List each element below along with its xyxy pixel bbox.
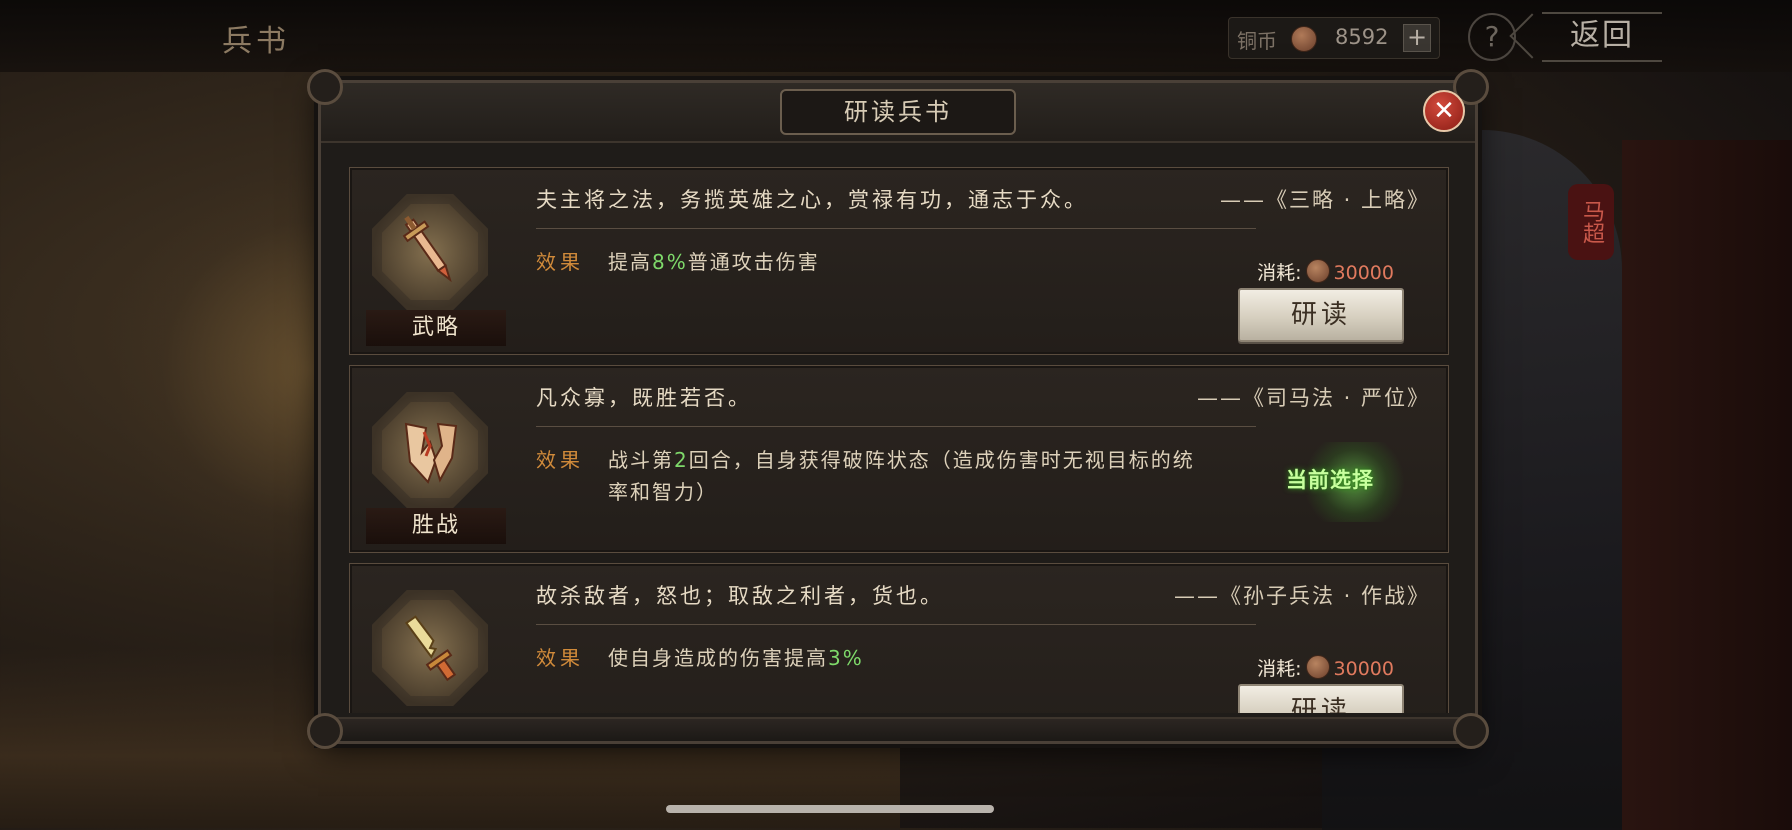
effect-text: 使自身造成的伤害提高3% bbox=[608, 642, 1228, 674]
broken-shield-icon bbox=[404, 422, 458, 484]
broken-sword-icon bbox=[404, 615, 457, 682]
copper-coin-icon bbox=[1305, 655, 1330, 679]
bagua-background bbox=[382, 204, 478, 300]
effect-label: 效果 bbox=[536, 646, 584, 670]
book-source: ——《孙子兵法 · 作战》 bbox=[1173, 584, 1430, 608]
coin-value: 8592 bbox=[1335, 25, 1389, 49]
cost-row: 消耗: 30000 bbox=[1257, 258, 1394, 285]
divider bbox=[536, 426, 1256, 427]
current-selection-badge: 当前选择 bbox=[1286, 468, 1374, 492]
close-button[interactable]: ✕ bbox=[1423, 90, 1465, 132]
book-source: ——《司马法 · 严位》 bbox=[1196, 386, 1430, 410]
coin-label: 铜币 bbox=[1237, 29, 1277, 53]
page-title: 兵书 bbox=[222, 24, 290, 59]
effect-highlight: 8% bbox=[652, 250, 688, 274]
hero-name-tag: 马超 bbox=[1568, 184, 1614, 260]
effect-highlight: 2 bbox=[674, 448, 689, 472]
top-bar: 兵书 铜币 8592 + ? 返回 bbox=[0, 0, 1792, 72]
book-icon-frame bbox=[372, 392, 488, 508]
book-quote: 凡众寡，既胜若否。 bbox=[536, 386, 752, 410]
effect-text-post: 回合，自身获得破阵状态（造成伤害时无视目标的统率和智力） bbox=[608, 448, 1195, 504]
add-coin-button[interactable]: + bbox=[1403, 24, 1431, 52]
effect-text-post: 普通攻击伤害 bbox=[687, 250, 820, 274]
cost-label: 消耗: bbox=[1257, 262, 1302, 284]
study-book-dialog: 研读兵书 ✕ 武略 夫主将之法，务揽英雄之心，赏禄有功，通志于众。 ——《三略 … bbox=[307, 69, 1489, 749]
book-source: ——《三略 · 上略》 bbox=[1219, 188, 1430, 212]
study-button[interactable]: 研读 bbox=[1238, 288, 1404, 342]
book-list[interactable]: 武略 夫主将之法，务揽英雄之心，赏禄有功，通志于众。 ——《三略 · 上略》 效… bbox=[349, 167, 1449, 713]
background-red-panel bbox=[1622, 140, 1792, 830]
sword-icon bbox=[402, 215, 452, 283]
divider bbox=[536, 624, 1256, 625]
book-quote: 夫主将之法，务揽英雄之心，赏禄有功，通志于众。 bbox=[536, 188, 1088, 212]
dialog-title: 研读兵书 bbox=[780, 89, 1016, 135]
study-button[interactable]: 研读 bbox=[1238, 684, 1404, 713]
effect-label: 效果 bbox=[536, 250, 584, 274]
copper-coin-icon bbox=[1305, 259, 1330, 283]
copper-coin-icon bbox=[1291, 26, 1317, 52]
effect-text: 提高8%普通攻击伤害 bbox=[608, 246, 1228, 278]
bagua-background bbox=[382, 402, 478, 498]
help-button[interactable]: ? bbox=[1468, 13, 1516, 61]
back-button[interactable]: 返回 bbox=[1542, 12, 1662, 62]
book-card-wulue: 武略 夫主将之法，务揽英雄之心，赏禄有功，通志于众。 ——《三略 · 上略》 效… bbox=[349, 167, 1449, 355]
book-icon-frame bbox=[372, 194, 488, 310]
copper-coin-counter: 铜币 8592 + bbox=[1228, 17, 1440, 59]
effect-text: 战斗第2回合，自身获得破阵状态（造成伤害时无视目标的统率和智力） bbox=[608, 444, 1208, 508]
book-quote: 故杀敌者，怒也；取敌之利者，货也。 bbox=[536, 584, 944, 608]
book-name: 胜战 bbox=[366, 508, 506, 544]
home-indicator[interactable] bbox=[666, 805, 994, 813]
effect-label: 效果 bbox=[536, 448, 584, 472]
bagua-background bbox=[382, 600, 478, 696]
book-card-shengzhan: 胜战 凡众寡，既胜若否。 ——《司马法 · 严位》 效果 战斗第2回合，自身获得… bbox=[349, 365, 1449, 553]
dialog-header: 研读兵书 ✕ bbox=[307, 69, 1489, 143]
dialog-bottom-border bbox=[307, 713, 1489, 749]
cost-value: 30000 bbox=[1333, 262, 1394, 284]
effect-text-pre: 提高 bbox=[608, 250, 652, 274]
book-icon-frame bbox=[372, 590, 488, 706]
book-card-third: 故杀敌者，怒也；取敌之利者，货也。 ——《孙子兵法 · 作战》 效果 使自身造成… bbox=[349, 563, 1449, 713]
cost-label: 消耗: bbox=[1257, 658, 1302, 680]
effect-highlight: 3% bbox=[828, 646, 864, 670]
cost-row: 消耗: 30000 bbox=[1257, 654, 1394, 681]
corner-ornament-icon bbox=[307, 713, 343, 749]
corner-ornament-icon bbox=[307, 69, 343, 105]
cost-value: 30000 bbox=[1333, 658, 1394, 680]
book-name: 武略 bbox=[366, 310, 506, 346]
effect-text-pre: 使自身造成的伤害提高 bbox=[608, 646, 828, 670]
effect-text-pre: 战斗第 bbox=[608, 448, 674, 472]
corner-ornament-icon bbox=[1453, 713, 1489, 749]
divider bbox=[536, 228, 1256, 229]
